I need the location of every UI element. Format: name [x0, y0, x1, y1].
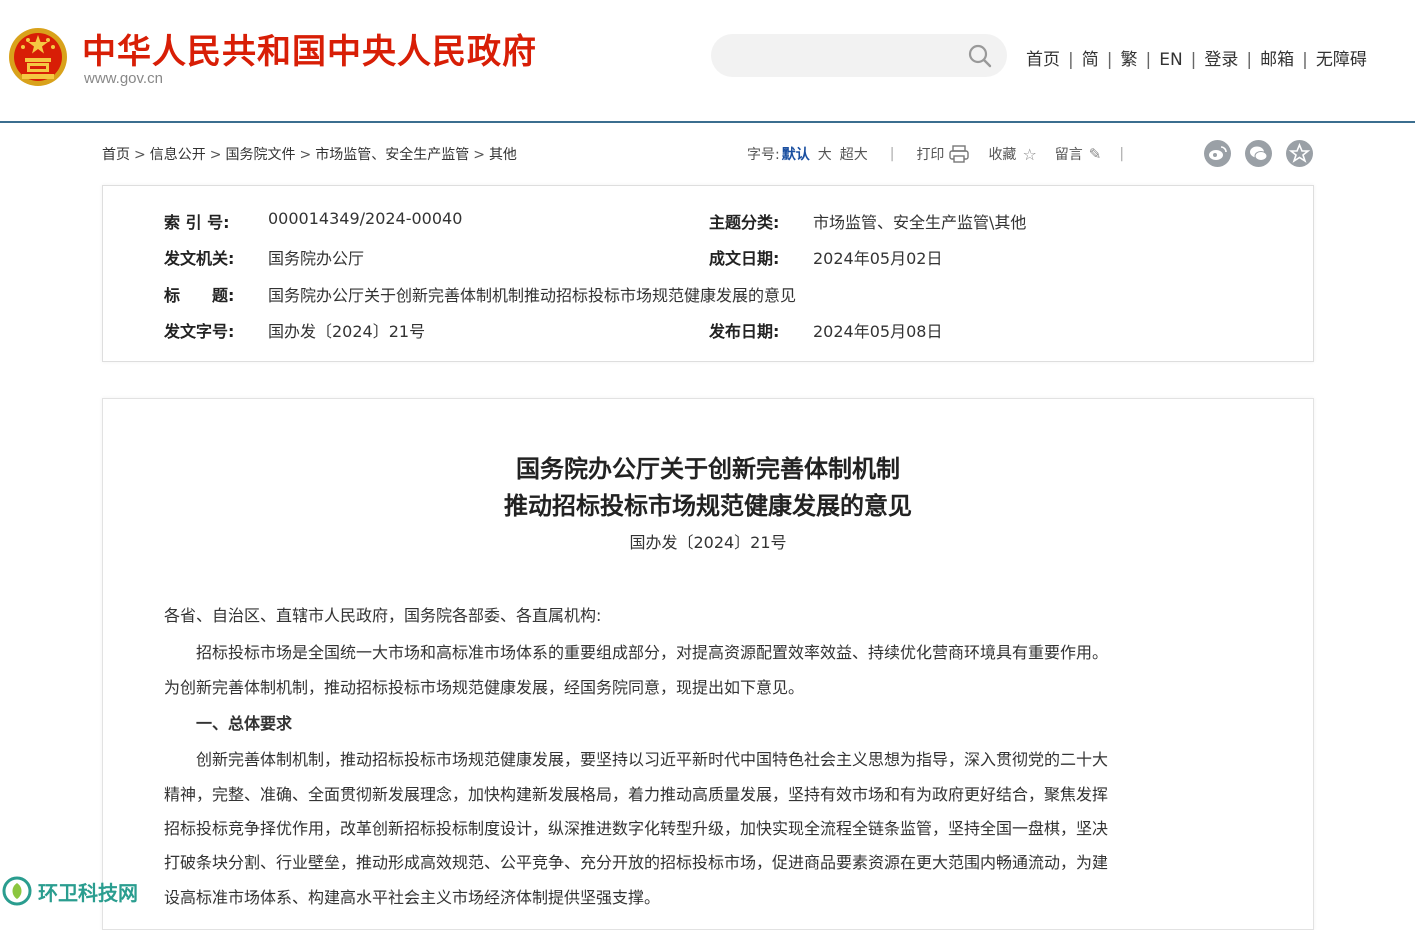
- paragraph-line: 创新完善体制机制，推动招标投标市场规范健康发展，要坚持以习近平新时代中国特色社会…: [164, 750, 1109, 769]
- search-icon[interactable]: [967, 43, 993, 69]
- site-title[interactable]: 中华人民共和国中央人民政府: [82, 24, 537, 73]
- national-emblem-icon[interactable]: [8, 26, 68, 88]
- breadcrumb-market-supervision[interactable]: 市场监管、安全生产监管: [315, 147, 469, 163]
- weibo-share-icon[interactable]: [1204, 140, 1231, 167]
- topic-value: 市场监管、安全生产监管\其他: [813, 213, 1027, 232]
- breadcrumb-state-council-docs[interactable]: 国务院文件: [225, 147, 295, 163]
- pencil-icon[interactable]: ✎: [1089, 145, 1102, 163]
- star-icon[interactable]: ☆: [1022, 145, 1036, 164]
- breadcrumb-info-disclosure[interactable]: 信息公开: [150, 147, 206, 163]
- nav-simplified[interactable]: 简: [1082, 50, 1099, 70]
- font-size-large[interactable]: 大: [818, 144, 832, 164]
- favorite-button[interactable]: 收藏: [988, 144, 1016, 164]
- nav-mailbox[interactable]: 邮箱: [1260, 50, 1294, 70]
- index-value: 000014349/2024-00040: [268, 209, 463, 228]
- paragraph-line: 为创新完善体制机制，推动招标投标市场规范健康发展，经国务院同意，现提出如下意见。: [164, 678, 805, 697]
- nav-english[interactable]: EN: [1159, 50, 1182, 70]
- nav-accessibility[interactable]: 无障碍: [1316, 50, 1367, 70]
- document-metadata: 索 引 号: 000014349/2024-00040 主题分类: 市场监管、安…: [102, 185, 1314, 362]
- top-nav: 首页 | 简 | 繁 | EN | 登录 | 邮箱 | 无障碍: [1026, 50, 1367, 70]
- article-doc-number: 国办发〔2024〕21号: [629, 533, 787, 552]
- printer-icon[interactable]: [948, 144, 970, 164]
- article-title-line2: 推动招标投标市场规范健康发展的意见: [504, 492, 912, 520]
- paragraph-line: 招标投标竞争择优作用，改革创新招标投标制度设计，纵深推进数字化转型升级，加快实现…: [164, 819, 1109, 838]
- favorite-share-icon[interactable]: [1286, 140, 1313, 167]
- title-label: 标 题:: [164, 286, 235, 305]
- wechat-share-icon[interactable]: [1245, 140, 1272, 167]
- search-box[interactable]: [711, 34, 1007, 77]
- search-input[interactable]: [729, 42, 963, 70]
- paragraph-line: 打破条块分割、行业壁垒，推动形成高效规范、公平竞争、充分开放的招标投标市场，促进…: [164, 853, 1109, 872]
- breadcrumb-home[interactable]: 首页: [102, 147, 130, 163]
- written-date-value: 2024年05月02日: [813, 249, 943, 268]
- issuer-label: 发文机关:: [164, 249, 235, 268]
- watermark-logo-icon: [2, 876, 32, 906]
- title-value: 国务院办公厅关于创新完善体制机制推动招标投标市场规范健康发展的意见: [268, 286, 797, 305]
- salutation: 各省、自治区、直辖市人民政府，国务院各部委、各直属机构:: [164, 606, 602, 625]
- print-button[interactable]: 打印: [916, 144, 944, 164]
- font-size-label: 字号:: [747, 147, 780, 163]
- font-size-xlarge[interactable]: 超大: [840, 144, 868, 164]
- breadcrumb-other[interactable]: 其他: [489, 147, 517, 163]
- nav-login[interactable]: 登录: [1204, 50, 1238, 70]
- watermark-text: 环卫科技网: [38, 880, 138, 905]
- published-date-label: 发布日期:: [709, 322, 780, 341]
- paragraph-line: 设高标准市场体系、构建高水平社会主义市场经济体制提供坚强支撑。: [164, 888, 661, 907]
- site-domain: www.gov.cn: [84, 70, 163, 87]
- written-date-label: 成文日期:: [709, 249, 780, 268]
- doc-number-value: 国办发〔2024〕21号: [268, 322, 426, 341]
- paragraph-line: 招标投标市场是全国统一大市场和高标准市场体系的重要组成部分，对提高资源配置效率效…: [164, 643, 1109, 662]
- doc-number-label: 发文字号:: [164, 322, 235, 341]
- nav-home[interactable]: 首页: [1026, 50, 1060, 70]
- published-date-value: 2024年05月08日: [813, 322, 943, 341]
- article-body: 国务院办公厅关于创新完善体制机制 推动招标投标市场规范健康发展的意见 国办发〔2…: [102, 398, 1314, 930]
- issuer-value: 国务院办公厅: [268, 249, 365, 268]
- breadcrumb: 首页 > 信息公开 > 国务院文件 > 市场监管、安全生产监管 > 其他: [102, 147, 517, 163]
- section-heading: 一、总体要求: [164, 714, 293, 733]
- site-header: 中华人民共和国中央人民政府 www.gov.cn 首页 | 简 | 繁 | EN | 登录 | 邮箱…: [0, 0, 1415, 123]
- font-size-default[interactable]: 默认: [782, 144, 810, 164]
- topic-label: 主题分类:: [709, 213, 780, 232]
- paragraph-line: 精神，完整、准确、全面贯彻新发展理念，加快构建新发展格局，着力推动高质量发展，坚…: [164, 785, 1109, 804]
- article-title-line1: 国务院办公厅关于创新完善体制机制: [516, 455, 900, 483]
- comment-button[interactable]: 留言: [1055, 144, 1083, 164]
- article-toolbar: 字号: 默认 大 超大 | 打印 收藏 ☆ 留言 ✎ |: [747, 144, 1125, 164]
- index-label: 索 引 号:: [164, 213, 230, 232]
- watermark: 环卫科技网: [2, 876, 138, 906]
- nav-traditional[interactable]: 繁: [1120, 50, 1137, 70]
